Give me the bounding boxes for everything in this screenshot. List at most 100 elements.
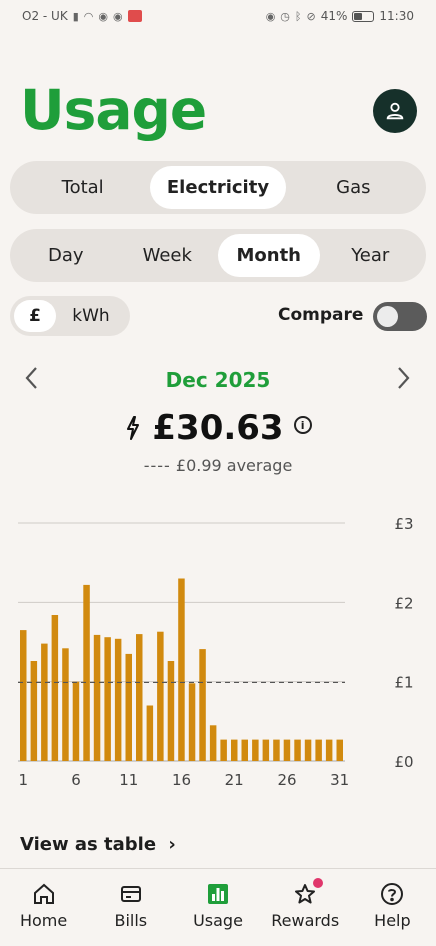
nav-rewards[interactable]: Rewards bbox=[262, 869, 349, 946]
unit-pound-option[interactable]: £ bbox=[14, 300, 56, 332]
profile-button[interactable] bbox=[373, 89, 417, 133]
next-period-button[interactable] bbox=[397, 366, 411, 397]
x-tick-label: 21 bbox=[225, 771, 244, 789]
bar[interactable] bbox=[188, 683, 196, 761]
fuel-type-selector: Total Electricity Gas bbox=[10, 161, 426, 214]
bar[interactable] bbox=[273, 739, 280, 761]
bar[interactable] bbox=[62, 648, 69, 761]
status-bar: O2 - UK ▮ ◠ ◉ ◉ ◉ ◷ ᛒ ⊘ 41% 11:30 bbox=[0, 0, 436, 32]
messenger-icon: ◉ bbox=[112, 9, 123, 23]
bar[interactable] bbox=[83, 584, 90, 761]
tab-month[interactable]: Month bbox=[218, 234, 320, 277]
mute-icon: ⊘ bbox=[306, 9, 316, 23]
help-icon bbox=[379, 881, 405, 907]
compare-toggle[interactable] bbox=[373, 302, 427, 331]
period-label: Dec 2025 bbox=[165, 368, 271, 392]
x-tick-label: 26 bbox=[277, 771, 296, 789]
tab-electricity[interactable]: Electricity bbox=[150, 166, 286, 209]
nav-home-label: Home bbox=[19, 911, 68, 930]
nav-usage[interactable]: Usage bbox=[174, 869, 261, 946]
whatsapp-icon: ◉ bbox=[98, 9, 108, 23]
bar[interactable] bbox=[325, 739, 333, 761]
bills-icon bbox=[118, 881, 144, 907]
tab-year[interactable]: Year bbox=[320, 234, 422, 277]
bar[interactable] bbox=[114, 638, 122, 761]
bar[interactable] bbox=[262, 739, 270, 761]
bar[interactable] bbox=[283, 739, 291, 761]
bar[interactable] bbox=[252, 739, 259, 761]
bluetooth-icon: ᛒ bbox=[294, 9, 302, 23]
info-icon[interactable]: i bbox=[293, 416, 312, 434]
bar[interactable] bbox=[315, 739, 322, 761]
bottom-nav: Home Bills Usage Rewards Help bbox=[0, 869, 436, 946]
bar[interactable] bbox=[199, 649, 206, 761]
nav-help[interactable]: Help bbox=[349, 869, 436, 946]
bar[interactable] bbox=[136, 634, 143, 761]
average-label: £0.99 average bbox=[175, 456, 293, 475]
bar[interactable] bbox=[146, 705, 154, 762]
bar[interactable] bbox=[51, 615, 59, 761]
tab-day[interactable]: Day bbox=[15, 234, 117, 277]
chevron-right-icon bbox=[398, 367, 410, 389]
x-tick-label: 11 bbox=[119, 771, 138, 789]
bar[interactable] bbox=[231, 739, 238, 761]
battery-percent: 41% bbox=[320, 9, 348, 23]
x-tick-label: 31 bbox=[330, 771, 349, 789]
bar[interactable] bbox=[104, 637, 111, 761]
amount-summary: £30.63 i bbox=[0, 408, 436, 448]
y-tick-label: £0 bbox=[394, 753, 413, 771]
unit-kwh-option[interactable]: kWh bbox=[56, 300, 126, 332]
bar[interactable] bbox=[157, 631, 164, 761]
bar[interactable] bbox=[20, 630, 27, 761]
clock: 11:30 bbox=[379, 9, 414, 23]
signal-icon: ▮ bbox=[72, 9, 79, 23]
nav-bills-label: Bills bbox=[114, 911, 148, 930]
nav-help-label: Help bbox=[374, 911, 411, 930]
tab-total[interactable]: Total bbox=[15, 166, 150, 209]
x-tick-label: 6 bbox=[71, 771, 81, 789]
bar[interactable] bbox=[41, 643, 48, 761]
bar[interactable] bbox=[241, 739, 249, 761]
tab-gas[interactable]: Gas bbox=[286, 166, 421, 209]
y-tick-label: £2 bbox=[394, 594, 413, 612]
nav-usage-label: Usage bbox=[193, 911, 243, 930]
bar[interactable] bbox=[30, 661, 38, 761]
home-icon bbox=[31, 881, 57, 907]
tab-week[interactable]: Week bbox=[117, 234, 219, 277]
nav-home[interactable]: Home bbox=[0, 869, 87, 946]
bar[interactable] bbox=[304, 739, 312, 761]
y-tick-label: £1 bbox=[394, 674, 413, 692]
average-line-key: ---- bbox=[143, 456, 171, 475]
nav-bills[interactable]: Bills bbox=[87, 869, 174, 946]
usage-chart-icon bbox=[205, 881, 231, 907]
view-as-table-link[interactable]: View as table › bbox=[20, 834, 176, 855]
usage-bar-chart: £0£1£2£31 6 11 16 21 26 31 bbox=[18, 515, 414, 789]
total-amount: £30.63 bbox=[152, 408, 284, 448]
notification-app-icon bbox=[127, 10, 142, 22]
compare-toggle-knob bbox=[377, 306, 398, 327]
x-tick-label: 16 bbox=[172, 771, 191, 789]
bar[interactable] bbox=[93, 634, 101, 761]
page-title: Usage bbox=[20, 78, 207, 142]
bar[interactable] bbox=[72, 681, 80, 761]
compare-label: Compare bbox=[278, 305, 364, 325]
period-selector: Day Week Month Year bbox=[10, 229, 426, 282]
nav-rewards-label: Rewards bbox=[271, 911, 340, 930]
carrier-label: O2 - UK bbox=[22, 9, 68, 23]
x-tick-label: 1 bbox=[19, 771, 29, 789]
y-tick-label: £3 bbox=[394, 515, 413, 533]
bar[interactable] bbox=[209, 725, 217, 761]
bar[interactable] bbox=[220, 739, 227, 761]
average-summary: ---- £0.99 average bbox=[0, 456, 436, 475]
rewards-notification-badge bbox=[313, 878, 324, 888]
bar[interactable] bbox=[294, 739, 301, 761]
chevron-right-icon: › bbox=[168, 834, 176, 855]
unit-selector: £ kWh bbox=[10, 296, 130, 336]
wifi-icon: ◠ bbox=[83, 9, 94, 23]
bar[interactable] bbox=[178, 578, 185, 762]
bar[interactable] bbox=[336, 739, 344, 761]
bar[interactable] bbox=[167, 661, 175, 761]
electricity-bolt-icon bbox=[127, 416, 140, 440]
view-as-table-label: View as table bbox=[20, 834, 157, 855]
bar[interactable] bbox=[125, 653, 133, 761]
